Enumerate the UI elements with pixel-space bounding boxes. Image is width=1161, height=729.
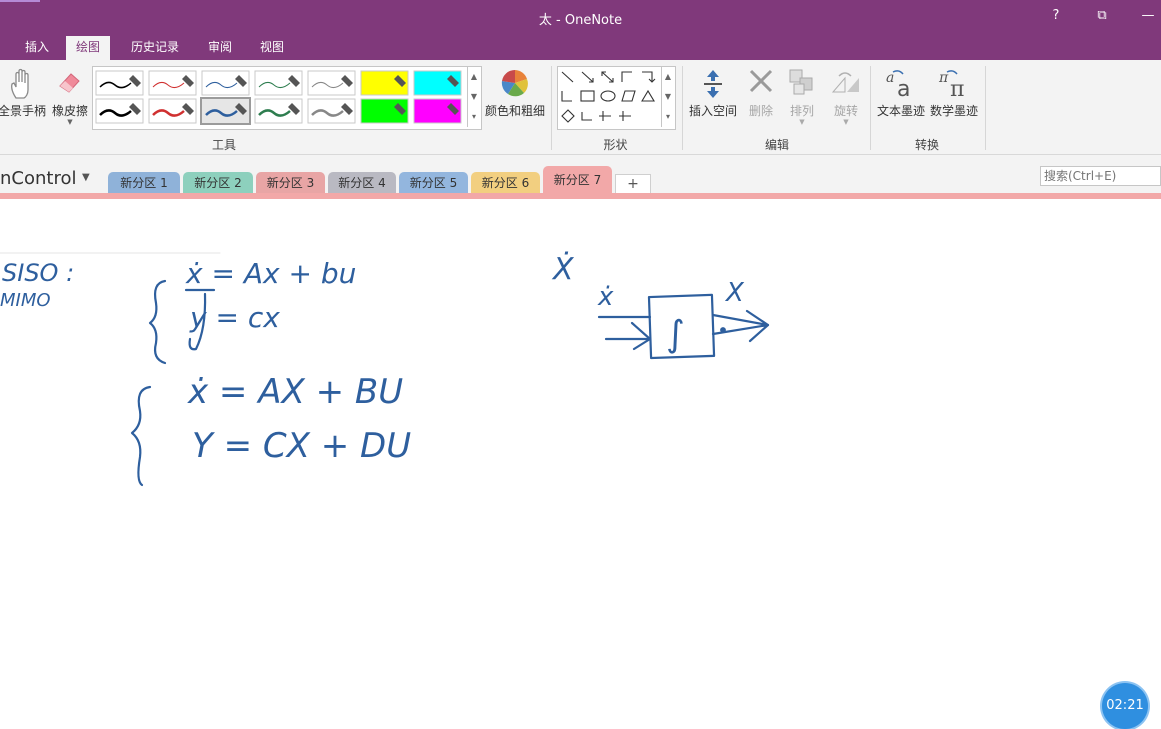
notebook-name[interactable]: nControl bbox=[0, 168, 76, 189]
pen-gallery: ▲ ▼ ▾ bbox=[92, 66, 482, 130]
tab-history[interactable]: 历史记录 bbox=[121, 36, 189, 60]
group-separator bbox=[551, 66, 552, 150]
section-tab-5[interactable]: 新分区 5 bbox=[399, 172, 468, 194]
chevron-down-icon[interactable]: ▼ bbox=[82, 172, 90, 183]
title-accent bbox=[0, 0, 40, 2]
tab-draw[interactable]: 绘图 bbox=[66, 36, 111, 60]
window-title: 太 - OneNote bbox=[538, 13, 623, 28]
group-convert-label: 转换 bbox=[914, 138, 939, 152]
arrange-label: 排列 bbox=[789, 104, 814, 118]
ribbon: 全景手柄 橡皮擦 ▼ ▲ ▼ ▾ 颜色和粗细 工具 ▲ ▼ ▾ 形状 插入空间 … bbox=[0, 60, 1161, 155]
tab-view[interactable]: 视图 bbox=[250, 36, 294, 60]
svg-text:a: a bbox=[897, 77, 910, 100]
group-edit-label: 编辑 bbox=[764, 138, 789, 152]
group-separator bbox=[682, 66, 683, 150]
insert-space-label: 插入空间 bbox=[688, 104, 737, 118]
chevron-down-icon: ▼ bbox=[799, 118, 805, 126]
eraser-button[interactable]: 橡皮擦 ▼ bbox=[48, 62, 92, 128]
siso-output-equation: y = cx bbox=[189, 301, 280, 334]
title-bar: 太 - OneNote ? ⧉ — bbox=[0, 0, 1161, 36]
group-tools-label: 工具 bbox=[211, 138, 236, 152]
shape-more-icon[interactable]: ▾ bbox=[661, 107, 674, 127]
chevron-down-icon: ▼ bbox=[843, 118, 849, 126]
tab-review[interactable]: 审阅 bbox=[198, 36, 242, 60]
minimize-button[interactable]: — bbox=[1136, 8, 1160, 23]
diagram-output-label: X bbox=[724, 278, 745, 308]
eraser-label: 橡皮擦 bbox=[51, 104, 88, 118]
arrange-button[interactable]: 排列 ▼ bbox=[784, 62, 820, 128]
diagram-top-label: Ẋ bbox=[551, 251, 575, 287]
gallery-down-icon[interactable]: ▼ bbox=[467, 87, 480, 107]
siso-state-equation: ẋ = Ax + bu bbox=[185, 257, 356, 290]
page-canvas[interactable]: SISO : MIMO ẋ = Ax + bu y = cx ẋ = AX + … bbox=[0, 199, 1161, 726]
siso-label: SISO : bbox=[2, 259, 74, 287]
group-separator bbox=[870, 66, 871, 150]
help-button[interactable]: ? bbox=[1044, 8, 1068, 23]
rotate-button[interactable]: 旋转 ▼ bbox=[826, 62, 866, 128]
restore-button[interactable]: ⧉ bbox=[1090, 8, 1114, 23]
ribbon-tabs: 插入 绘图 历史记录 审阅 视图 bbox=[0, 36, 1161, 60]
section-tab-2[interactable]: 新分区 2 bbox=[183, 172, 253, 194]
ink-to-math-label: 数学墨迹 bbox=[929, 104, 978, 118]
ink-to-text-icon: a a bbox=[886, 70, 910, 100]
hand-icon bbox=[10, 68, 29, 99]
shape-gallery: ▲ ▼ ▾ bbox=[557, 66, 676, 130]
svg-text:a: a bbox=[886, 70, 894, 86]
search-input[interactable] bbox=[1040, 166, 1161, 186]
group-separator bbox=[985, 66, 986, 150]
shape-up-icon[interactable]: ▲ bbox=[661, 67, 674, 87]
section-tab-1[interactable]: 新分区 1 bbox=[108, 172, 180, 194]
svg-text:π: π bbox=[950, 77, 964, 100]
pen-gallery-strokes bbox=[95, 70, 462, 125]
color-wheel-icon bbox=[501, 69, 528, 97]
eraser-icon bbox=[59, 73, 80, 93]
mimo-state-equation: ẋ = AX + BU bbox=[187, 372, 403, 412]
shape-down-icon[interactable]: ▼ bbox=[661, 87, 674, 107]
mimo-output-equation: Y = CX + DU bbox=[192, 426, 411, 466]
diagram-input-label: ẋ bbox=[597, 282, 614, 312]
arrange-icon bbox=[789, 69, 813, 95]
shape-gallery-icons bbox=[561, 71, 656, 123]
rotate-icon bbox=[831, 72, 859, 93]
group-shapes-label: 形状 bbox=[603, 138, 628, 152]
pan-hand-button[interactable]: 全景手柄 bbox=[0, 62, 48, 122]
mimo-label: MIMO bbox=[0, 290, 51, 311]
ink-layer: SISO : MIMO ẋ = Ax + bu y = cx ẋ = AX + … bbox=[0, 251, 770, 487]
section-tab-7[interactable]: 新分区 7 bbox=[543, 166, 612, 194]
ink-to-math-icon: π π bbox=[938, 70, 964, 100]
ink-to-text-label: 文本墨迹 bbox=[876, 104, 925, 118]
recording-timer[interactable]: 02:21 bbox=[1102, 683, 1148, 729]
insert-space-icon bbox=[704, 70, 722, 98]
section-tab-3[interactable]: 新分区 3 bbox=[256, 172, 325, 194]
rotate-label: 旋转 bbox=[833, 104, 858, 118]
pan-hand-label: 全景手柄 bbox=[0, 104, 46, 118]
tab-insert[interactable]: 插入 bbox=[15, 36, 59, 60]
ink-to-text-button[interactable]: a a 文本墨迹 bbox=[874, 62, 928, 122]
section-tab-6[interactable]: 新分区 6 bbox=[471, 172, 540, 194]
chevron-down-icon: ▼ bbox=[67, 118, 73, 126]
gallery-more-icon[interactable]: ▾ bbox=[467, 107, 480, 127]
ink-to-math-button[interactable]: π π 数学墨迹 bbox=[928, 62, 980, 122]
color-thickness-label: 颜色和粗细 bbox=[484, 104, 545, 118]
delete-button[interactable]: 删除 bbox=[743, 62, 779, 122]
add-section-button[interactable]: + bbox=[615, 174, 651, 193]
integrator-block: ∫ bbox=[666, 314, 685, 355]
section-tab-4[interactable]: 新分区 4 bbox=[328, 172, 396, 194]
delete-icon bbox=[749, 69, 773, 93]
insert-space-button[interactable]: 插入空间 bbox=[687, 62, 739, 122]
gallery-up-icon[interactable]: ▲ bbox=[467, 67, 480, 87]
color-thickness-button[interactable]: 颜色和粗细 bbox=[483, 62, 547, 122]
delete-label: 删除 bbox=[748, 104, 773, 118]
